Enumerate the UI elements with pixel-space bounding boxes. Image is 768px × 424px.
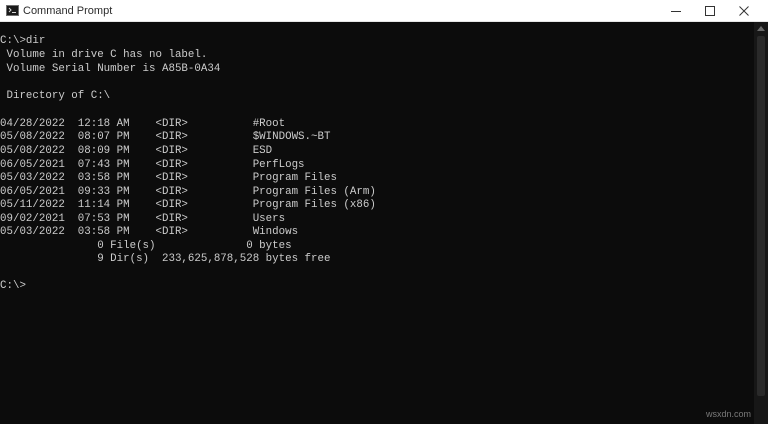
terminal-line: 9 Dir(s) 233,625,878,528 bytes free (0, 253, 331, 265)
terminal-line: 05/08/2022 08:09 PM <DIR> ESD (0, 145, 273, 157)
terminal-line: 05/03/2022 03:58 PM <DIR> Program Files (0, 172, 337, 184)
terminal-line: 09/02/2021 07:53 PM <DIR> Users (0, 213, 286, 225)
terminal-line: 0 File(s) 0 bytes (0, 240, 292, 252)
minimize-button[interactable] (659, 0, 693, 21)
terminal-line: 05/03/2022 03:58 PM <DIR> Windows (0, 226, 299, 238)
close-button[interactable] (727, 0, 761, 21)
scroll-up-arrow-icon[interactable] (757, 26, 765, 31)
terminal-line: C:\>dir (0, 35, 46, 47)
terminal-line: Directory of C:\ (0, 90, 111, 102)
terminal-prompt-line: C:\> (0, 280, 26, 292)
terminal-line: 06/05/2021 09:33 PM <DIR> Program Files … (0, 186, 376, 198)
terminal-output[interactable]: C:\>dir Volume in drive C has no label. … (0, 22, 754, 424)
terminal-line: 05/08/2022 08:07 PM <DIR> $WINDOWS.~BT (0, 131, 331, 143)
window-title: Command Prompt (23, 5, 113, 17)
vertical-scrollbar[interactable] (754, 22, 768, 424)
watermark-text: wsxdn.com (706, 409, 752, 419)
maximize-icon (705, 5, 715, 16)
command-prompt-icon[interactable] (6, 5, 19, 16)
close-icon (739, 5, 749, 16)
terminal-line: 05/11/2022 11:14 PM <DIR> Program Files … (0, 199, 376, 211)
terminal-line: Volume in drive C has no label. (0, 49, 208, 61)
terminal-line: 06/05/2021 07:43 PM <DIR> PerfLogs (0, 159, 305, 171)
maximize-button[interactable] (693, 0, 727, 21)
terminal-line: 04/28/2022 12:18 AM <DIR> #Root (0, 118, 286, 130)
title-bar[interactable]: Command Prompt (0, 0, 768, 22)
command-prompt-window: Command Prompt C:\>dir Volume in drive C… (0, 0, 768, 424)
scrollbar-thumb[interactable] (757, 36, 765, 396)
minimize-icon (671, 10, 681, 12)
terminal-line: Volume Serial Number is A85B-0A34 (0, 63, 221, 75)
